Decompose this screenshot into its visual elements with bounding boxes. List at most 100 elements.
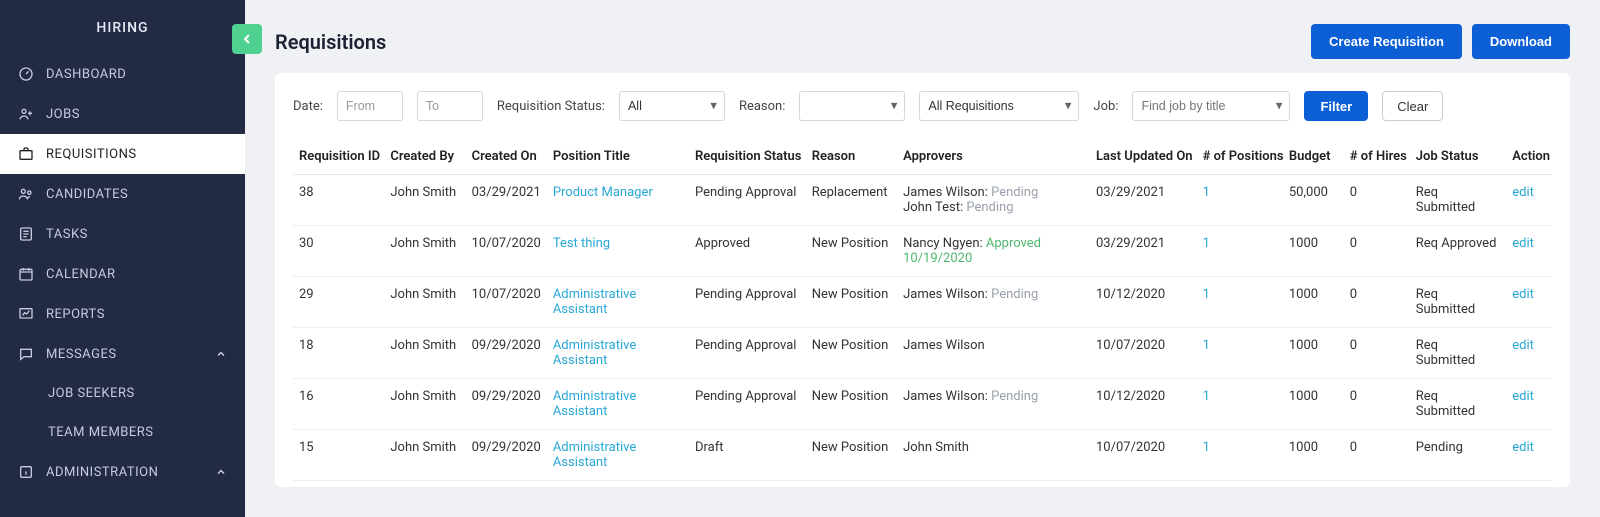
position-title-link[interactable]: Administrative Assistant <box>553 389 636 419</box>
table-cell: John Smith <box>384 175 465 226</box>
edit-link[interactable]: edit <box>1512 440 1534 455</box>
positions-link[interactable]: 1 <box>1197 175 1283 226</box>
table-cell: 10/07/2020 <box>466 226 547 277</box>
table-cell: New Position <box>806 226 897 277</box>
positions-link[interactable]: 1 <box>1197 328 1283 379</box>
approvers-cell: James Wilson: Pending <box>897 379 1090 430</box>
nav-sub-label: TEAM MEMBERS <box>48 425 154 440</box>
position-title-cell: Product Manager <box>547 175 689 226</box>
edit-link[interactable]: edit <box>1512 185 1534 200</box>
positions-link[interactable]: 1 <box>1197 277 1283 328</box>
approver-name: James Wilson: <box>903 287 991 302</box>
position-title-link[interactable]: Administrative Assistant <box>553 287 636 317</box>
position-title-link[interactable]: Test thing <box>553 236 610 251</box>
action-cell: edit <box>1506 481 1552 488</box>
nav-label: CANDIDATES <box>46 187 128 202</box>
positions-link[interactable]: 1 <box>1197 379 1283 430</box>
edit-link[interactable]: edit <box>1512 236 1534 251</box>
nav-sub-team-members[interactable]: TEAM MEMBERS <box>0 413 245 452</box>
table-cell: John Smith <box>384 328 465 379</box>
table-row: 4John Smith06/12/2020Administrative Assi… <box>293 481 1552 488</box>
col-header[interactable]: Job Status <box>1410 139 1506 175</box>
nav-label: ADMINISTRATION <box>46 465 158 480</box>
position-title-link[interactable]: Product Manager <box>553 185 653 200</box>
clear-button[interactable]: Clear <box>1382 91 1443 121</box>
table-cell: Req Submitted <box>1410 277 1506 328</box>
nav-sub-job-seekers[interactable]: JOB SEEKERS <box>0 374 245 413</box>
approvers-cell: James Wilson <box>897 328 1090 379</box>
col-header[interactable]: Created On <box>466 139 547 175</box>
positions-link[interactable]: 1 <box>1197 430 1283 481</box>
scope-select[interactable] <box>919 91 1079 121</box>
col-header[interactable]: Last Updated On <box>1090 139 1197 175</box>
nav-reports[interactable]: REPORTS <box>0 294 245 334</box>
position-title-cell: Administrative Assistant <box>547 481 689 488</box>
table-cell: 0 <box>1344 379 1410 430</box>
req-status-select[interactable] <box>619 91 725 121</box>
col-header[interactable]: Approvers <box>897 139 1090 175</box>
edit-link[interactable]: edit <box>1512 287 1534 302</box>
table-cell: Pending Approval <box>689 175 806 226</box>
reason-select[interactable] <box>799 91 905 121</box>
positions-link[interactable]: 2 <box>1197 481 1283 488</box>
table-cell: Pending <box>1410 430 1506 481</box>
date-to-input[interactable] <box>417 91 483 121</box>
table-cell: 06/12/2020 <box>466 481 547 488</box>
briefcase-icon <box>18 146 34 162</box>
page-title: Requisitions <box>275 30 386 54</box>
nav-tasks[interactable]: TASKS <box>0 214 245 254</box>
table-cell: 03/29/2021 <box>1090 175 1197 226</box>
content-card: Date: Requisition Status: ▾ Reason: ▾ ▾ <box>275 73 1570 487</box>
chart-icon <box>18 306 34 322</box>
table-cell: 10/12/2020 <box>1090 277 1197 328</box>
table-cell: Approved <box>689 226 806 277</box>
col-header[interactable]: # of Positions <box>1197 139 1283 175</box>
nav-candidates[interactable]: CANDIDATES <box>0 174 245 214</box>
col-header[interactable]: Requisition Status <box>689 139 806 175</box>
nav-sub-label: JOB SEEKERS <box>48 386 135 401</box>
date-from-input[interactable] <box>337 91 403 121</box>
req-status-label: Requisition Status: <box>497 99 605 114</box>
edit-link[interactable]: edit <box>1512 389 1534 404</box>
nav-administration[interactable]: ADMINISTRATION <box>0 452 245 492</box>
back-button[interactable] <box>232 24 262 54</box>
approver-name: James Wilson: <box>903 389 991 404</box>
col-header[interactable]: Created By <box>384 139 465 175</box>
table-cell: 0 <box>1344 328 1410 379</box>
table-cell: 10/07/2020 <box>1090 430 1197 481</box>
nav-requisitions[interactable]: REQUISITIONS <box>0 134 245 174</box>
nav-calendar[interactable]: CALENDAR <box>0 254 245 294</box>
col-header[interactable]: Budget <box>1283 139 1344 175</box>
table-cell: 1000 <box>1283 430 1344 481</box>
approver-status: Pending <box>991 389 1038 404</box>
filter-button[interactable]: Filter <box>1304 91 1368 121</box>
approvers-cell: Nancy Ngyen: Approved 10/19/2020 <box>897 226 1090 277</box>
edit-link[interactable]: edit <box>1512 338 1534 353</box>
job-search-input[interactable] <box>1132 91 1290 121</box>
positions-link[interactable]: 1 <box>1197 226 1283 277</box>
position-title-link[interactable]: Administrative Assistant <box>553 440 636 470</box>
filter-bar: Date: Requisition Status: ▾ Reason: ▾ ▾ <box>293 91 1552 139</box>
table-cell: 10/07/2020 <box>1090 328 1197 379</box>
table-cell: 0 <box>1344 277 1410 328</box>
col-header[interactable]: Reason <box>806 139 897 175</box>
nav-jobs[interactable]: JOBS <box>0 94 245 134</box>
table-cell: John Smith <box>384 226 465 277</box>
nav-dashboard[interactable]: DASHBOARD <box>0 54 245 94</box>
action-cell: edit <box>1506 226 1552 277</box>
position-title-link[interactable]: Administrative Assistant <box>553 338 636 368</box>
date-label: Date: <box>293 99 323 114</box>
nav-label: JOBS <box>46 107 80 122</box>
col-header[interactable]: Requisition ID <box>293 139 384 175</box>
col-header[interactable]: Position Title <box>547 139 689 175</box>
col-header[interactable]: Action <box>1506 139 1552 175</box>
col-header[interactable]: # of Hires <box>1344 139 1410 175</box>
download-button[interactable]: Download <box>1472 24 1570 59</box>
action-cell: edit <box>1506 328 1552 379</box>
table-cell: Req Submitted <box>1410 175 1506 226</box>
create-requisition-button[interactable]: Create Requisition <box>1311 24 1462 59</box>
users-icon <box>18 186 34 202</box>
job-label: Job: <box>1093 99 1118 114</box>
table-cell: 16 <box>293 379 384 430</box>
nav-messages[interactable]: MESSAGES <box>0 334 245 374</box>
